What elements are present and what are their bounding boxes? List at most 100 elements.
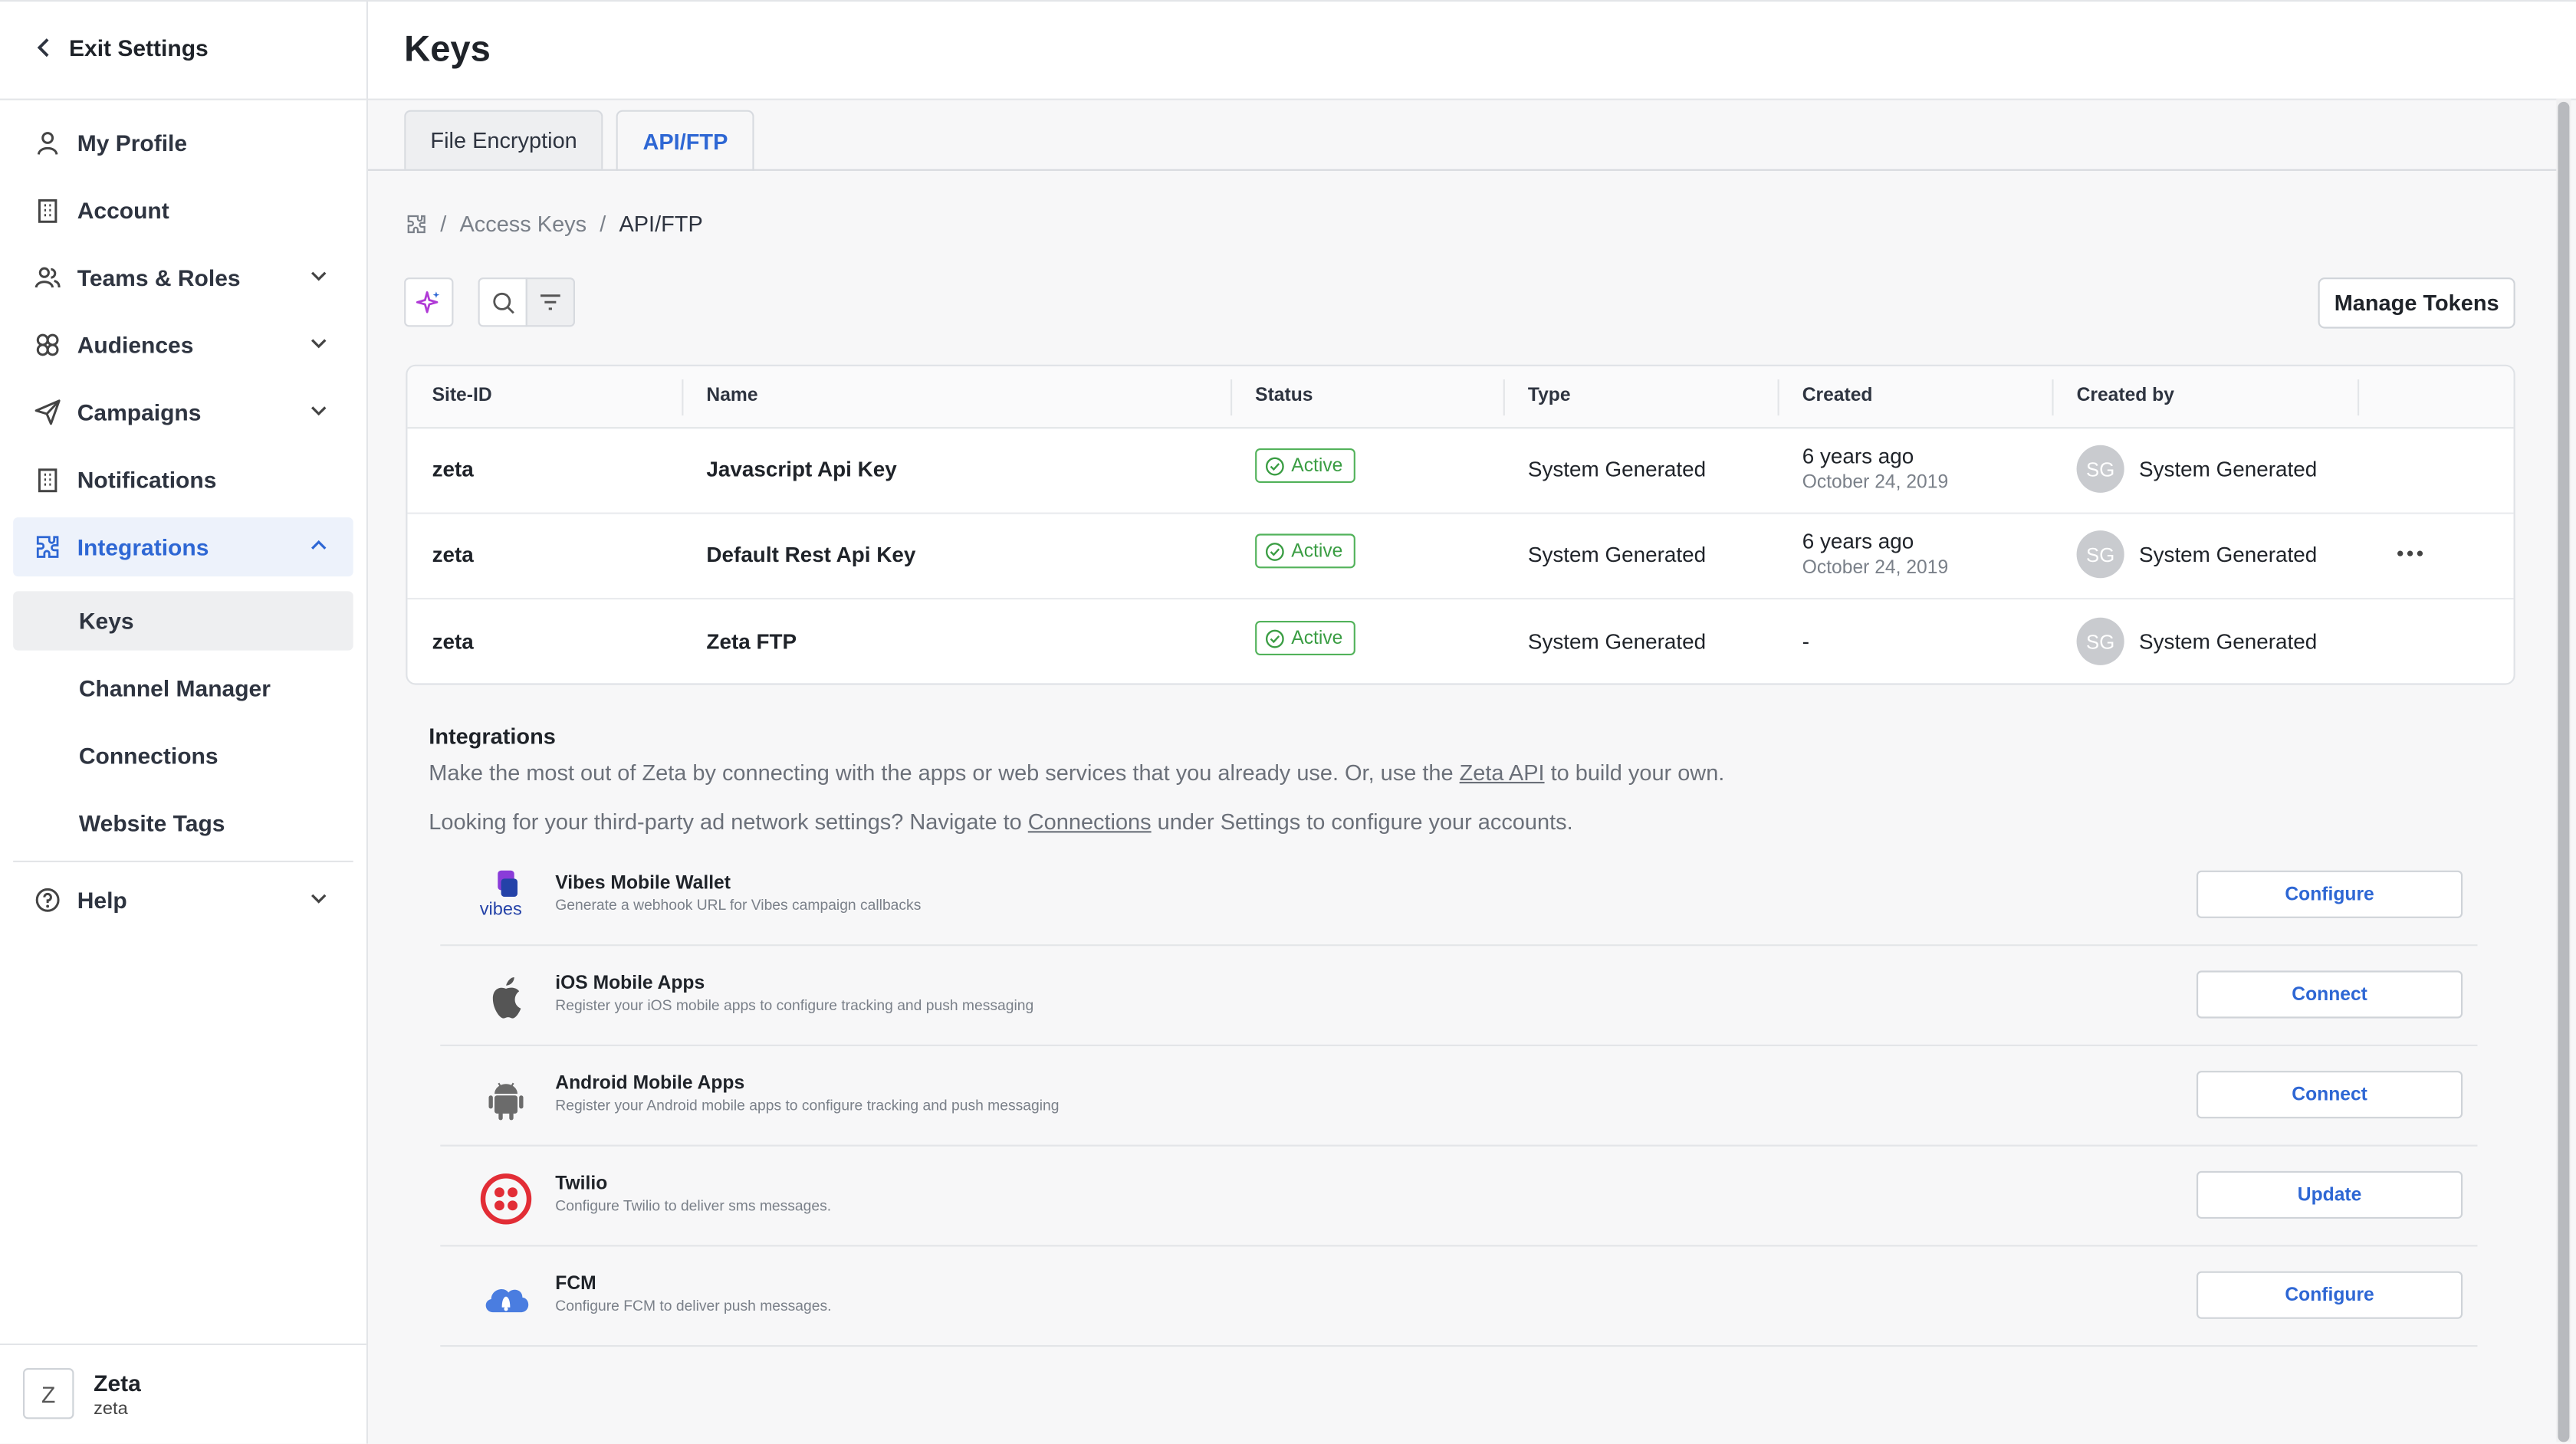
integration-description: Generate a webhook URL for Vibes campaig… [555, 897, 922, 914]
status-badge: Active [1255, 448, 1356, 483]
sidebar-item-audiences[interactable]: Audiences [13, 315, 353, 374]
user-icon [37, 132, 58, 155]
tab-bar: File Encryption API/FTP [404, 110, 754, 171]
sidebar-item-my-profile[interactable]: My Profile [13, 113, 353, 172]
integration-title: FCM [555, 1274, 596, 1295]
filter-button[interactable] [525, 277, 575, 327]
desc-text: Looking for your third-party ad network … [429, 809, 1028, 835]
cell-created-date: October 24, 2019 [1802, 558, 1949, 579]
integration-item-twilio: Twilio Configure Twilio to deliver sms m… [440, 1147, 2478, 1247]
sidebar-item-integrations[interactable]: Integrations [13, 517, 353, 577]
integration-description: Register your Android mobile apps to con… [555, 1097, 1060, 1114]
cell-type: System Generated [1527, 542, 1707, 567]
apple-icon [492, 977, 521, 1019]
sidebar-item-label: My Profile [77, 130, 188, 156]
tab-file-encryption[interactable]: File Encryption [404, 110, 604, 169]
connect-button[interactable]: Connect [2196, 970, 2463, 1019]
chevron-left-icon [37, 38, 49, 57]
filter-icon [540, 294, 560, 310]
sidebar-subitem-label: Website Tags [78, 809, 225, 836]
integration-item-vibes: vibes Vibes Mobile Wallet Generate a web… [440, 846, 2478, 947]
sidebar-item-notifications[interactable]: Notifications [13, 450, 353, 509]
check-circle-icon [1265, 456, 1284, 475]
cell-type: System Generated [1527, 456, 1707, 481]
avatar: SG [2076, 530, 2124, 579]
sidebar-item-teams-roles[interactable]: Teams & Roles [13, 248, 353, 307]
divider [0, 1343, 366, 1345]
twilio-icon [480, 1173, 532, 1225]
manage-tokens-button[interactable]: Manage Tokens [2318, 277, 2515, 329]
sidebar-item-label: Teams & Roles [77, 264, 241, 291]
send-icon [34, 399, 61, 425]
sidebar-item-label: Integrations [77, 533, 209, 560]
table-row[interactable]: zeta Default Rest Api Key Active System … [407, 513, 2514, 600]
status-label: Active [1291, 541, 1343, 561]
column-header-name[interactable]: Name [706, 386, 757, 406]
chevron-down-icon [311, 894, 327, 904]
exit-settings-label: Exit Settings [69, 34, 209, 61]
table-row[interactable]: zeta Javascript Api Key Active System Ge… [407, 427, 2514, 514]
tab-api-ftp[interactable]: API/FTP [616, 110, 754, 171]
sidebar-item-label: Notifications [77, 466, 217, 493]
connect-button[interactable]: Connect [2196, 1071, 2463, 1119]
cell-name: Default Rest Api Key [706, 542, 916, 567]
configure-button[interactable]: Configure [2196, 1271, 2463, 1319]
more-options-icon[interactable] [2395, 549, 2425, 559]
avatar: Z [23, 1368, 74, 1419]
sidebar-subitem-channel-manager[interactable]: Channel Manager [13, 658, 353, 717]
building-icon [38, 468, 58, 493]
update-button[interactable]: Update [2196, 1170, 2463, 1219]
status-label: Active [1291, 628, 1343, 648]
breadcrumb-access-keys[interactable]: Access Keys [459, 212, 586, 236]
column-header-status[interactable]: Status [1255, 386, 1313, 406]
puzzle-icon[interactable] [406, 214, 427, 235]
table-header: Site-ID Name Status Type Created Created… [407, 366, 2514, 429]
zeta-api-link[interactable]: Zeta API [1460, 760, 1545, 785]
table-row[interactable]: zeta Zeta FTP Active System Generated - … [407, 598, 2513, 683]
column-divider [2358, 379, 2360, 416]
integration-title: iOS Mobile Apps [555, 973, 705, 994]
integration-item-android: Android Mobile Apps Register your Androi… [440, 1046, 2478, 1147]
chevron-down-icon [311, 406, 327, 416]
cell-created-by: System Generated [2139, 628, 2318, 654]
integration-title: Vibes Mobile Wallet [555, 874, 731, 894]
cell-type: System Generated [1527, 628, 1707, 654]
cell-site-id: zeta [432, 542, 474, 567]
column-header-created[interactable]: Created [1802, 386, 1873, 406]
check-circle-icon [1265, 542, 1284, 560]
user-org: zeta [94, 1398, 128, 1419]
avatar: SG [2076, 617, 2124, 665]
building-icon [38, 199, 58, 223]
column-header-site-id[interactable]: Site-ID [432, 386, 492, 406]
sidebar-item-account[interactable]: Account [13, 181, 353, 240]
vibes-logo-text: vibes [479, 900, 522, 920]
cell-created-by: System Generated [2139, 542, 2318, 567]
column-header-type[interactable]: Type [1528, 386, 1571, 406]
user-profile[interactable]: Z Zeta zeta [23, 1368, 141, 1419]
scrollbar-thumb[interactable] [2558, 101, 2570, 1442]
cloud-bell-icon [485, 1288, 529, 1313]
help-icon [35, 888, 60, 912]
ai-assist-button[interactable] [404, 277, 454, 327]
exit-settings-button[interactable]: Exit Settings [36, 34, 209, 61]
sidebar-subitem-connections[interactable]: Connections [13, 726, 353, 785]
avatar: SG [2076, 445, 2124, 493]
integration-title: Android Mobile Apps [555, 1074, 745, 1094]
cell-created: - [1802, 628, 1810, 654]
breadcrumb-separator: / [600, 212, 606, 237]
sidebar-item-campaigns[interactable]: Campaigns [13, 382, 353, 441]
configure-button[interactable]: Configure [2196, 870, 2463, 918]
integration-item-ios: iOS Mobile Apps Register your iOS mobile… [440, 946, 2478, 1046]
connections-link[interactable]: Connections [1028, 809, 1152, 834]
search-button[interactable] [478, 277, 527, 327]
search-icon [492, 291, 514, 313]
cell-created: 6 years ago [1802, 443, 1914, 468]
divider [13, 860, 353, 862]
sidebar-item-label: Campaigns [77, 399, 202, 425]
integration-item-fcm: FCM Configure FCM to deliver push messag… [440, 1246, 2478, 1347]
sidebar-subitem-website-tags[interactable]: Website Tags [13, 793, 353, 852]
column-header-created-by[interactable]: Created by [2077, 386, 2174, 406]
sidebar-item-help[interactable]: Help [13, 871, 353, 930]
sidebar-subitem-keys[interactable]: Keys [13, 591, 353, 651]
status-badge: Active [1255, 621, 1356, 655]
